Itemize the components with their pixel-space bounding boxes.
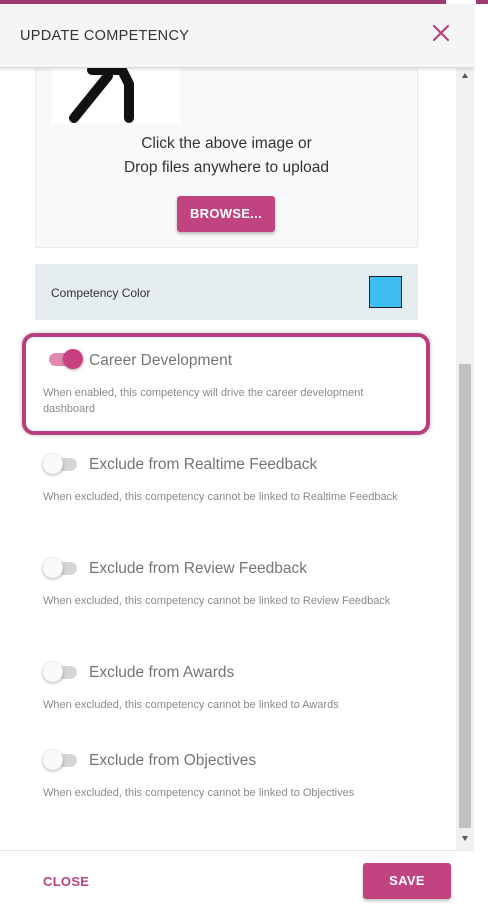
exclude-realtime-feedback-toggle[interactable] [43, 454, 79, 474]
scroll-down-arrow-icon[interactable] [462, 836, 468, 841]
upload-instruction-line2: Drop files anywhere to upload [123, 159, 330, 176]
competency-color-label: Competency Color [51, 286, 151, 300]
exclude-awards-label: Exclude from Awards [89, 664, 235, 681]
close-icon[interactable] [428, 20, 454, 46]
exclude-review-feedback-description: When excluded, this competency cannot be… [43, 595, 391, 607]
exclude-awards-toggle[interactable] [43, 662, 79, 682]
toggle-knob [63, 349, 83, 369]
competency-image-glyph [69, 65, 134, 123]
scrollbar-thumb[interactable] [459, 364, 471, 828]
upload-instruction-line1: Click the above image or [141, 135, 312, 152]
exclude-realtime-feedback-label: Exclude from Realtime Feedback [89, 456, 318, 473]
toggle-knob [43, 454, 63, 474]
career-development-description: When enabled, this competency will drive… [43, 387, 364, 415]
dialog-header: UPDATE COMPETENCY [0, 4, 474, 68]
toggle-knob [43, 558, 63, 578]
scroll-up-arrow-icon[interactable] [462, 73, 468, 78]
close-button[interactable]: CLOSE [43, 874, 89, 889]
exclude-awards-description: When excluded, this competency cannot be… [43, 699, 339, 711]
dialog-title: UPDATE COMPETENCY [20, 28, 190, 44]
highlight-frame [22, 333, 430, 435]
career-development-label: Career Development [89, 352, 233, 369]
competency-color-row: Competency Color [35, 264, 418, 320]
career-development-toggle[interactable] [47, 349, 83, 369]
exclude-realtime-feedback-description: When excluded, this competency cannot be… [43, 491, 398, 503]
toggle-knob [43, 662, 63, 682]
save-button[interactable]: SAVE [363, 863, 451, 899]
browse-button[interactable]: BROWSE... [177, 196, 275, 232]
exclude-objectives-toggle[interactable] [43, 750, 79, 770]
exclude-objectives-label: Exclude from Objectives [89, 752, 257, 769]
competency-color-swatch[interactable] [369, 276, 402, 308]
exclude-review-feedback-toggle[interactable] [43, 558, 79, 578]
window-edge [474, 4, 488, 907]
exclude-review-feedback-label: Exclude from Review Feedback [89, 560, 307, 577]
exclude-objectives-description: When excluded, this competency cannot be… [43, 787, 355, 799]
toggle-knob [43, 750, 63, 770]
competency-image[interactable] [52, 65, 180, 124]
